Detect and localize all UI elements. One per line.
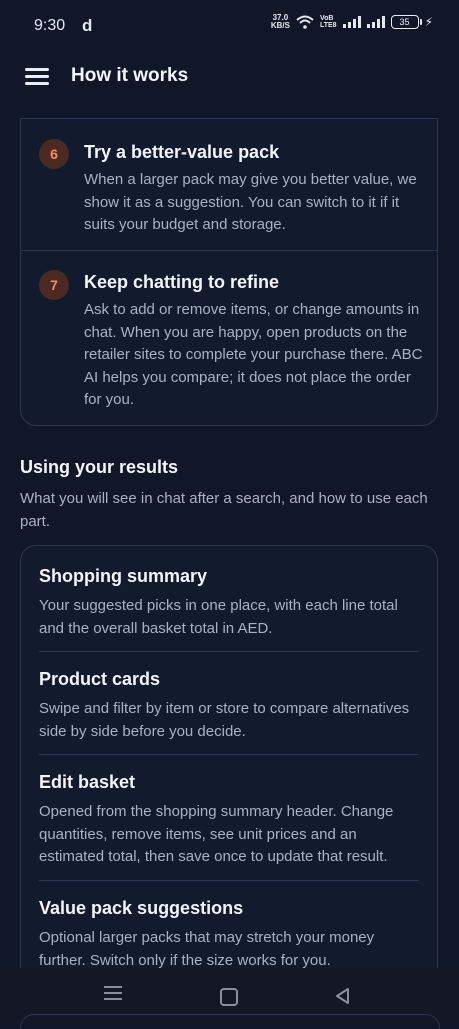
result-body: Your suggested picks in one place, with … xyxy=(39,597,398,637)
result-item-value-pack: Value pack suggestions Optional larger p… xyxy=(39,898,423,972)
status-time: 9:30 xyxy=(34,17,66,34)
result-item-edit-basket: Edit basket Opened from the shopping sum… xyxy=(39,772,423,869)
page-title: How it works xyxy=(71,65,189,86)
step-body: Ask to add or remove items, or change am… xyxy=(84,301,423,408)
section-title: Using your results xyxy=(20,457,179,477)
step-body: When a larger pack may give you better v… xyxy=(84,171,417,233)
result-item-product-cards: Product cards Swipe and filter by item o… xyxy=(39,669,423,743)
volte-indicator: VoB LTE8 xyxy=(320,15,337,29)
next-card-edge xyxy=(20,1014,440,1029)
results-card: Shopping summary Your suggested picks in… xyxy=(20,545,438,987)
status-icons: 37.0 KB/S VoB LTE8 35 ⚡ xyxy=(271,14,433,30)
volte-line2: LTE8 xyxy=(319,22,337,29)
result-body: Swipe and filter by item or store to com… xyxy=(39,700,410,740)
result-title: Value pack suggestions xyxy=(39,898,244,918)
network-speed: 37.0 KB/S xyxy=(271,14,290,30)
steps-card: 6 Try a better-value pack When a larger … xyxy=(20,118,438,426)
result-divider xyxy=(39,754,419,755)
back-icon[interactable] xyxy=(332,985,354,1007)
charging-icon: ⚡ xyxy=(424,15,433,29)
result-body: Opened from the shopping summary header.… xyxy=(39,803,394,865)
result-divider xyxy=(39,651,419,652)
signal-icon-2 xyxy=(366,16,385,28)
step-number-badge: 7 xyxy=(39,270,69,300)
recents-icon[interactable] xyxy=(104,986,126,1008)
result-item-shopping-summary: Shopping summary Your suggested picks in… xyxy=(39,566,423,640)
result-title: Product cards xyxy=(39,669,161,689)
step-title: Try a better-value pack xyxy=(84,142,280,162)
result-title: Shopping summary xyxy=(39,566,208,586)
app-bar: How it works xyxy=(0,52,459,102)
step-title: Keep chatting to refine xyxy=(84,272,280,292)
result-title: Edit basket xyxy=(39,772,136,792)
step-divider xyxy=(21,250,437,251)
network-speed-unit: KB/S xyxy=(270,21,290,30)
result-body: Optional larger packs that may stretch y… xyxy=(39,929,375,969)
system-nav-bar xyxy=(0,968,459,1029)
battery-icon: 35 xyxy=(390,15,422,29)
section-subtitle: What you will see in chat after a search… xyxy=(20,490,428,530)
hamburger-menu-icon[interactable] xyxy=(25,68,49,86)
step-number-badge: 6 xyxy=(39,139,69,169)
result-divider xyxy=(39,880,419,881)
app-notification-icon: d xyxy=(82,16,93,35)
signal-icon xyxy=(342,16,361,28)
wifi-icon xyxy=(296,15,314,29)
status-bar: 9:30 d 37.0 KB/S VoB LTE8 35 ⚡ xyxy=(0,0,459,52)
volte-line1: VoB xyxy=(319,15,334,22)
home-icon[interactable] xyxy=(220,988,238,1006)
